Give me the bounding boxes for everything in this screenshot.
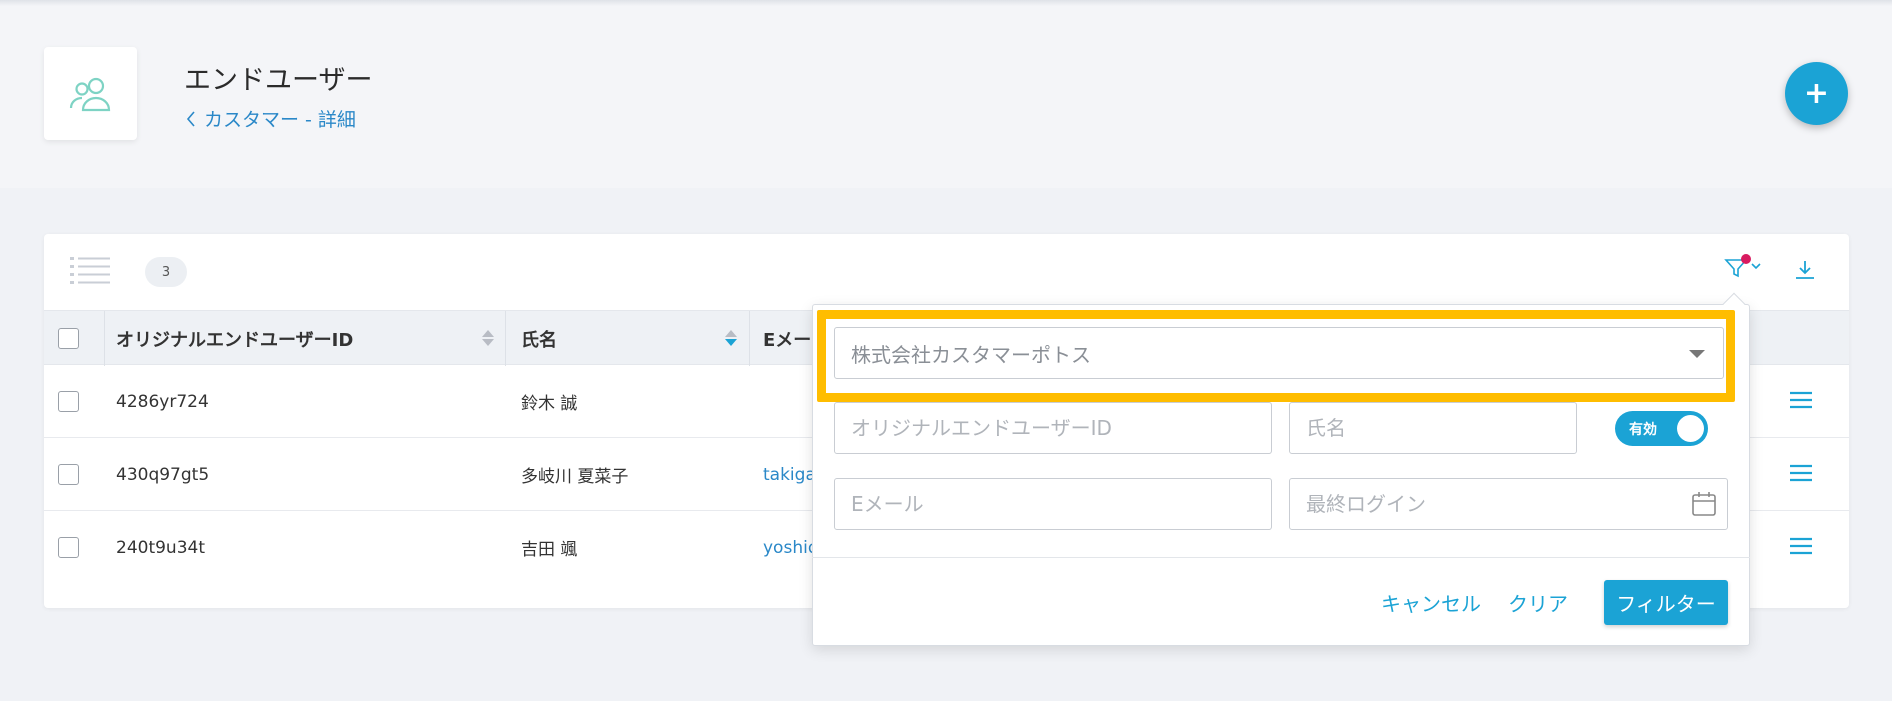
table-toolbar: 3 bbox=[44, 234, 1849, 310]
cell-name: 鈴木 誠 bbox=[521, 394, 578, 414]
active-toggle-label: 有効 bbox=[1629, 421, 1657, 438]
email-field[interactable] bbox=[834, 478, 1272, 530]
list-view-icon[interactable] bbox=[70, 256, 110, 284]
cell-original-id: 240t9u34t bbox=[116, 537, 206, 558]
chevron-down-icon bbox=[1689, 350, 1705, 358]
users-icon bbox=[69, 77, 110, 111]
active-toggle[interactable]: 有効 bbox=[1615, 411, 1708, 446]
cell-name: 吉田 颯 bbox=[521, 540, 578, 560]
calendar-icon[interactable] bbox=[1691, 491, 1717, 517]
chevron-left-icon bbox=[186, 110, 195, 127]
last-login-input[interactable] bbox=[1306, 479, 1727, 529]
cell-name: 多岐川 夏菜子 bbox=[521, 467, 629, 487]
clear-button[interactable]: クリア bbox=[1508, 588, 1568, 617]
column-header-email[interactable]: Eメー bbox=[763, 311, 811, 366]
name-input[interactable] bbox=[1306, 403, 1576, 453]
column-header-name[interactable]: 氏名 bbox=[521, 311, 557, 366]
company-select[interactable]: 株式会社カスタマーポトス bbox=[834, 327, 1724, 379]
original-id-input[interactable] bbox=[851, 403, 1271, 453]
toggle-knob bbox=[1677, 415, 1704, 442]
download-icon[interactable] bbox=[1794, 259, 1816, 281]
column-divider bbox=[104, 311, 105, 366]
company-select-value: 株式会社カスタマーポトス bbox=[851, 342, 1091, 367]
cell-email[interactable]: takiga bbox=[763, 438, 816, 511]
column-divider bbox=[505, 311, 506, 366]
popover-divider bbox=[812, 557, 1750, 558]
cell-original-id: 4286yr724 bbox=[116, 391, 209, 412]
select-all-cell bbox=[58, 311, 79, 366]
apply-filter-button[interactable]: フィルター bbox=[1604, 580, 1728, 625]
select-all-checkbox[interactable] bbox=[58, 328, 79, 349]
breadcrumb-back-link[interactable]: カスタマー - 詳細 bbox=[186, 105, 356, 132]
column-divider bbox=[749, 311, 750, 366]
page-title: エンドユーザー bbox=[184, 65, 373, 96]
page-icon-box bbox=[44, 47, 137, 140]
top-shadow bbox=[0, 0, 1892, 6]
add-button[interactable]: + bbox=[1785, 62, 1848, 125]
last-login-field[interactable] bbox=[1289, 478, 1728, 530]
cell-email[interactable]: yoshid bbox=[763, 511, 819, 584]
original-id-field[interactable] bbox=[834, 402, 1272, 454]
column-header-original-id[interactable]: オリジナルエンドユーザーID bbox=[116, 311, 353, 366]
breadcrumb-label: カスタマー - 詳細 bbox=[204, 109, 356, 131]
record-count-badge: 3 bbox=[145, 257, 187, 287]
email-input[interactable] bbox=[851, 479, 1271, 529]
cancel-button[interactable]: キャンセル bbox=[1381, 588, 1481, 617]
sort-original-id-icon[interactable] bbox=[482, 330, 494, 346]
cell-original-id: 430q97gt5 bbox=[116, 464, 210, 485]
row-checkbox[interactable] bbox=[58, 464, 79, 485]
sort-name-icon[interactable] bbox=[725, 330, 737, 346]
filter-active-dot bbox=[1741, 254, 1751, 264]
row-checkbox[interactable] bbox=[58, 391, 79, 412]
row-menu-icon[interactable] bbox=[1789, 463, 1813, 483]
row-menu-icon[interactable] bbox=[1789, 390, 1813, 410]
name-field[interactable] bbox=[1289, 402, 1577, 454]
row-checkbox[interactable] bbox=[58, 537, 79, 558]
row-menu-icon[interactable] bbox=[1789, 536, 1813, 556]
